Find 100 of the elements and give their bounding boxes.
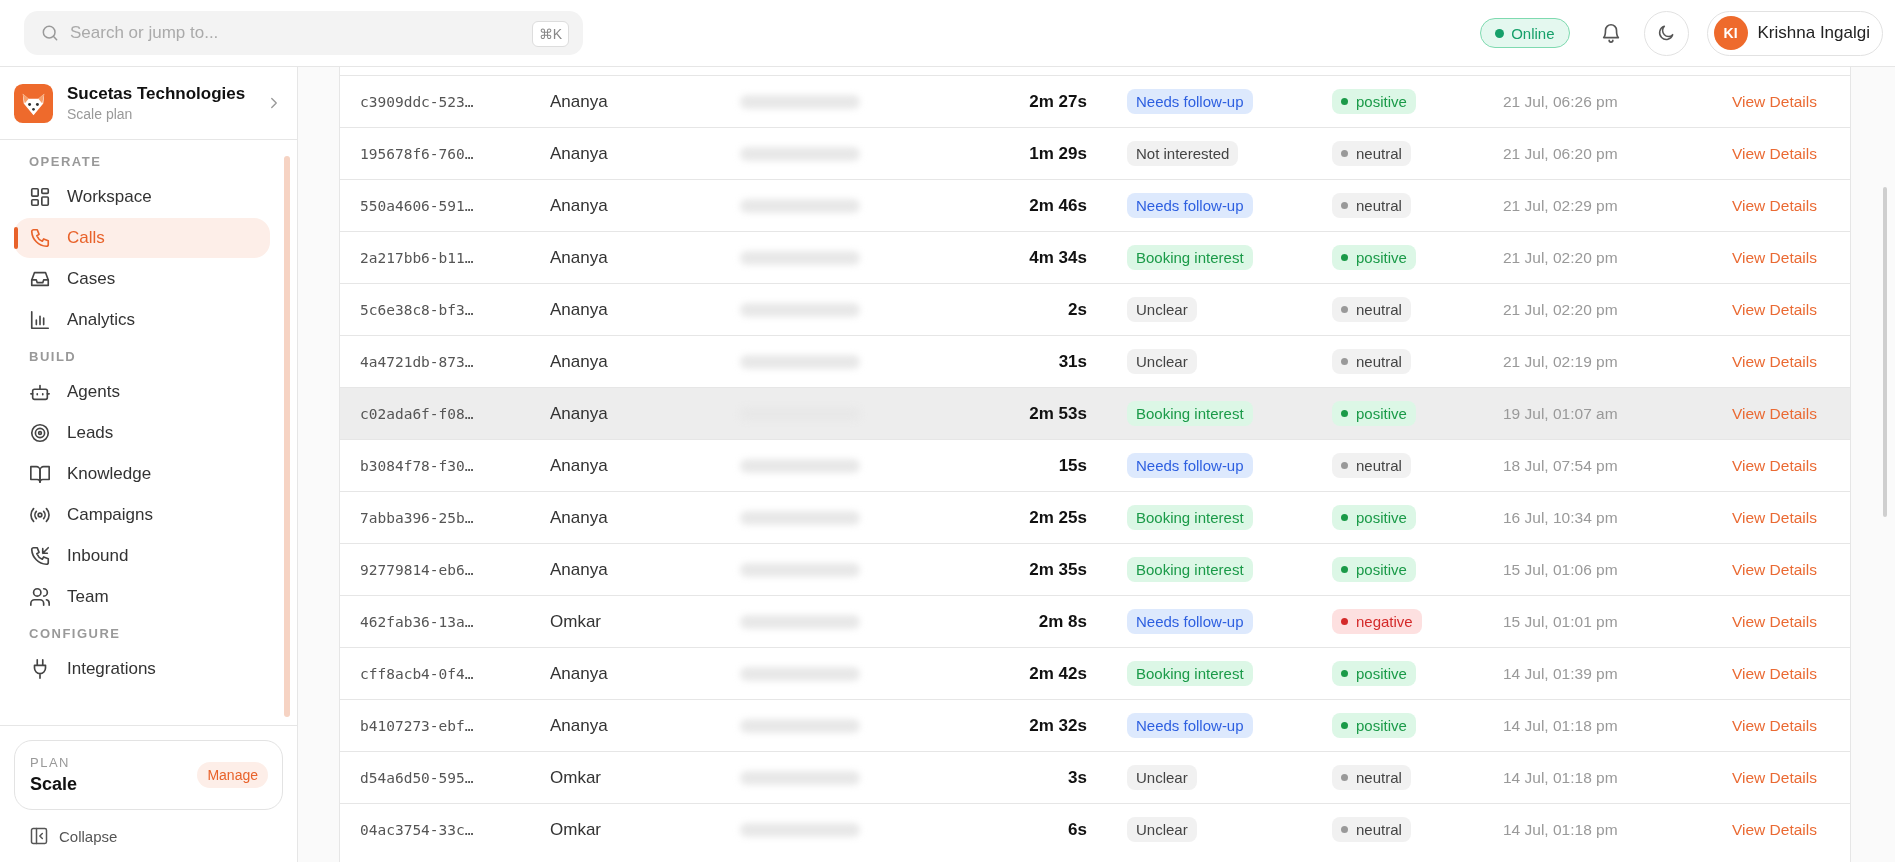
call-duration: 6s xyxy=(1067,819,1087,840)
table-row[interactable]: 7abba396-25b… Ananya 2m 25s Booking interest positive 16 Jul, 10:34 pm View Details xyxy=(340,491,1850,543)
sentiment-tag: positive xyxy=(1332,401,1416,426)
organization-plan: Scale plan xyxy=(67,106,134,122)
incoming-call-icon xyxy=(29,545,51,567)
nav-item[interactable]: Team xyxy=(14,577,270,617)
users-icon xyxy=(29,586,51,608)
status-badge: Online xyxy=(1480,18,1570,48)
collapse-button[interactable]: Collapse xyxy=(14,810,133,862)
call-duration: 2m 35s xyxy=(1028,559,1087,580)
nav-item[interactable]: Cases xyxy=(14,259,270,299)
agent-name: Ananya xyxy=(550,195,609,216)
sentiment-tag: neutral xyxy=(1332,453,1411,478)
table-row[interactable]: 2a217bb6-b11… Ananya 4m 34s Booking interest positive 21 Jul, 02:20 pm View Details xyxy=(340,231,1850,283)
sentiment-tag: positive xyxy=(1332,661,1416,686)
plan-name: Scale xyxy=(30,774,79,795)
outcome-tag: Unclear xyxy=(1127,297,1197,322)
call-date: 15 Jul, 01:01 pm xyxy=(1503,612,1619,631)
agent-name: Ananya xyxy=(550,91,609,112)
nav-item[interactable]: Knowledge xyxy=(14,454,270,494)
sentiment-tag: neutral xyxy=(1332,297,1411,322)
call-id: b4107273-ebf… xyxy=(360,717,475,734)
agent-name: Ananya xyxy=(550,455,609,476)
call-id: c02ada6f-f08… xyxy=(360,405,475,422)
nav-item[interactable]: Inbound xyxy=(14,536,270,576)
call-duration: 2m 27s xyxy=(1028,91,1087,112)
call-duration: 2m 53s xyxy=(1028,403,1087,424)
call-id: 7abba396-25b… xyxy=(360,509,475,526)
outcome-tag: Booking interest xyxy=(1127,401,1253,426)
call-date: 14 Jul, 01:18 pm xyxy=(1503,820,1619,839)
sentiment-tag: positive xyxy=(1332,505,1416,530)
table-row[interactable]: 04ac3754-33c… Omkar 6s Unclear neutral 14 Jul, 01:18 pm View Details xyxy=(340,803,1850,855)
table-row[interactable]: 92779814-eb6… Ananya 2m 35s Booking interest positive 15 Jul, 01:06 pm View Details xyxy=(340,543,1850,595)
table-row[interactable]: d54a6d50-595… Omkar 3s Unclear neutral 14 Jul, 01:18 pm View Details xyxy=(340,751,1850,803)
sentiment-tag: neutral xyxy=(1332,765,1411,790)
user-menu-button[interactable]: KI Krishna Ingalgi xyxy=(1706,10,1883,56)
nav-item[interactable]: Leads xyxy=(14,413,270,453)
nav-item[interactable]: Analytics xyxy=(14,300,270,340)
call-duration: 31s xyxy=(1057,351,1087,372)
agent-name: Ananya xyxy=(550,559,609,580)
table-row[interactable]: 462fab36-13a… Omkar 2m 8s Needs follow-up negative 15 Jul, 01:01 pm View Details xyxy=(340,595,1850,647)
table-row[interactable]: 5c6e38c8-bf3… Ananya 2s Unclear neutral 21 Jul, 02:20 pm View Details xyxy=(340,283,1850,335)
call-date: 15 Jul, 01:06 pm xyxy=(1503,560,1619,579)
organization-name: Sucetas Technologies xyxy=(67,84,247,104)
table-row[interactable]: 550a4606-591… Ananya 2m 46s Needs follow-up neutral 21 Jul, 02:29 pm View Details xyxy=(340,179,1850,231)
table-row[interactable]: cff8acb4-0f4… Ananya 2m 42s Booking interest positive 14 Jul, 01:39 pm View Details xyxy=(340,647,1850,699)
outcome-tag: Needs follow-up xyxy=(1127,193,1253,218)
section-heading: OPERATE xyxy=(28,153,103,171)
outcome-tag: Needs follow-up xyxy=(1127,453,1253,478)
scrollbar[interactable] xyxy=(1883,187,1887,517)
table-row[interactable]: 195678f6-760… Ananya 1m 29s Not interested neutral 21 Jul, 06:20 pm View Details xyxy=(340,127,1850,179)
call-date: 21 Jul, 06:26 pm xyxy=(1503,92,1619,111)
fox-logo-icon xyxy=(14,83,53,123)
call-date: 21 Jul, 02:20 pm xyxy=(1503,300,1619,319)
call-duration: 2m 42s xyxy=(1028,663,1087,684)
sentiment-tag: neutral xyxy=(1332,817,1411,842)
agent-name: Ananya xyxy=(550,143,609,164)
agent-name: Ananya xyxy=(550,715,609,736)
call-date: 19 Jul, 01:07 am xyxy=(1503,404,1619,423)
call-duration: 15s xyxy=(1057,455,1087,476)
call-date: 14 Jul, 01:18 pm xyxy=(1503,716,1619,735)
nav-item[interactable]: Campaigns xyxy=(14,495,270,535)
call-duration: 2s xyxy=(1067,299,1087,320)
outcome-tag: Needs follow-up xyxy=(1127,609,1253,634)
sentiment-tag: positive xyxy=(1332,245,1416,270)
grid-icon xyxy=(29,186,51,208)
call-date: 14 Jul, 01:39 pm xyxy=(1503,664,1619,683)
call-date: 18 Jul, 07:54 pm xyxy=(1503,456,1619,475)
table-row[interactable]: b3084f78-f30… Ananya 15s Needs follow-up neutral 18 Jul, 07:54 pm View Details xyxy=(340,439,1850,491)
table-row[interactable]: c3909ddc-523… Ananya 2m 27s Needs follow-up positive 21 Jul, 06:26 pm View Details xyxy=(340,75,1850,127)
call-duration: 2m 46s xyxy=(1028,195,1087,216)
nav-item[interactable]: Workspace xyxy=(14,177,270,217)
nav-item[interactable]: Agents xyxy=(14,372,270,412)
nav-item[interactable]: Integrations xyxy=(14,649,270,689)
call-id: b3084f78-f30… xyxy=(360,457,475,474)
agent-name: Ananya xyxy=(550,403,609,424)
table-row[interactable]: b4107273-ebf… Ananya 2m 32s Needs follow-up positive 14 Jul, 01:18 pm View Details xyxy=(340,699,1850,751)
sentiment-tag: neutral xyxy=(1332,141,1411,166)
call-date: 14 Jul, 01:18 pm xyxy=(1503,768,1619,787)
call-id: 92779814-eb6… xyxy=(360,561,475,578)
call-id: c3909ddc-523… xyxy=(360,93,475,110)
outcome-tag: Unclear xyxy=(1127,765,1197,790)
call-duration: 2m 8s xyxy=(1037,611,1087,632)
sentiment-tag: neutral xyxy=(1332,349,1411,374)
call-id: 195678f6-760… xyxy=(360,145,475,162)
phone-icon xyxy=(29,227,51,249)
bar-chart-icon xyxy=(29,309,51,331)
outcome-tag: Needs follow-up xyxy=(1127,89,1253,114)
outcome-tag: Unclear xyxy=(1127,349,1197,374)
call-duration: 1m 29s xyxy=(1028,143,1087,164)
call-id: 04ac3754-33c… xyxy=(360,821,475,838)
agent-name: Omkar xyxy=(550,767,602,788)
call-id: 5c6e38c8-bf3… xyxy=(360,301,475,318)
collapse-sidebar-icon xyxy=(29,826,49,846)
outcome-tag: Booking interest xyxy=(1127,505,1253,530)
scrollbar[interactable] xyxy=(284,156,290,717)
call-duration: 4m 34s xyxy=(1028,247,1087,268)
target-icon xyxy=(29,422,51,444)
outcome-tag: Booking interest xyxy=(1127,245,1253,270)
call-id: 4a4721db-873… xyxy=(360,353,475,370)
